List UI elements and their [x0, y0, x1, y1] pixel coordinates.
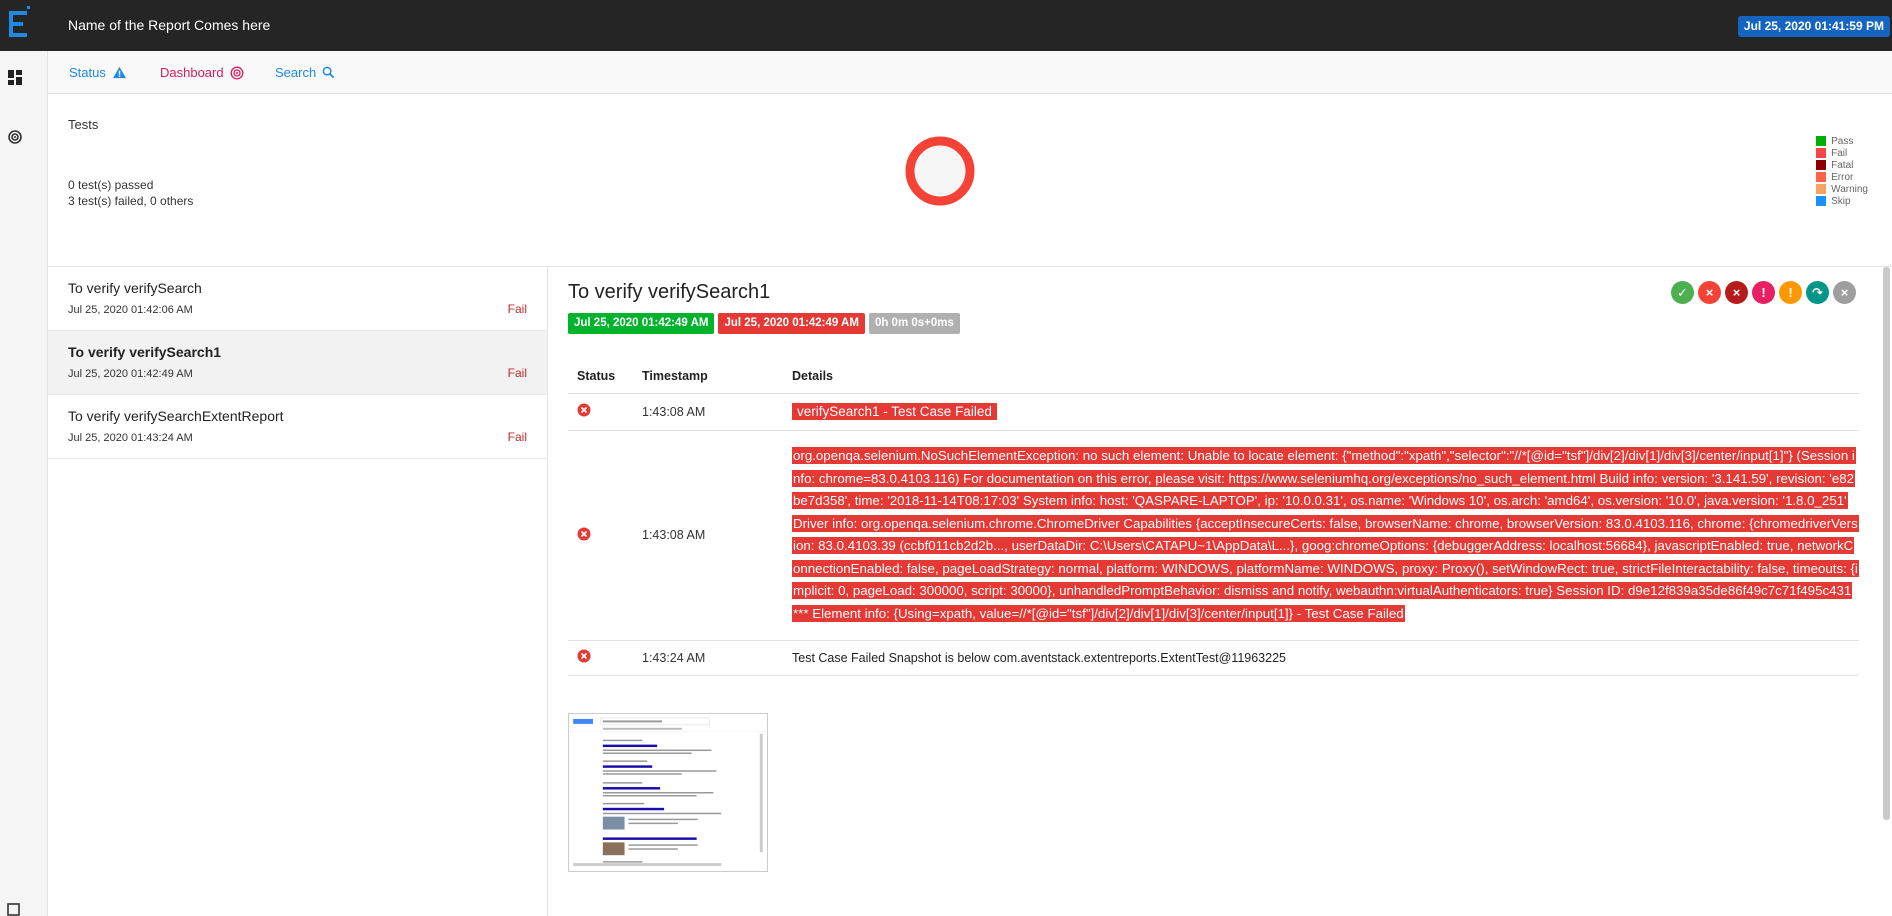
square-icon[interactable] — [6, 902, 30, 916]
status-filter-group: ✓ × × ! ! ↷ × — [1671, 281, 1856, 304]
test-item[interactable]: To verify verifySearchExtentReport Jul 2… — [48, 395, 547, 459]
log-status — [568, 430, 633, 641]
legend-pass: Pass — [1816, 135, 1868, 147]
passed-count: 0 test(s) passed — [68, 178, 154, 192]
left-nav-rail — [0, 0, 48, 916]
fail-circle-icon — [577, 403, 591, 417]
test-time: Jul 25, 2020 01:42:06 AM — [68, 304, 193, 316]
fatal-filter-icon[interactable]: × — [1725, 281, 1748, 304]
test-list: To verify verifySearch Jul 25, 2020 01:4… — [48, 267, 548, 916]
timestamp-column-header: Timestamp — [633, 359, 783, 394]
log-row: 1:43:08 AM org.openqa.selenium.NoSuchEle… — [568, 430, 1859, 641]
test-name: To verify verifySearchExtentReport — [68, 408, 284, 424]
log-message: verifySearch1 - Test Case Failed — [792, 402, 997, 420]
test-time: Jul 25, 2020 01:42:49 AM — [68, 368, 193, 380]
app-logo[interactable] — [0, 0, 48, 51]
view-tab-bar: Status Dashboard Search — [48, 51, 1892, 94]
test-item[interactable]: To verify verifySearch Jul 25, 2020 01:4… — [48, 267, 547, 331]
start-time-badge: Jul 25, 2020 01:42:49 AM — [568, 313, 715, 334]
legend-fail: Fail — [1816, 147, 1868, 159]
test-time: Jul 25, 2020 01:43:24 AM — [68, 432, 193, 444]
dashboard-grid-icon[interactable] — [6, 68, 30, 92]
test-item-selected[interactable]: To verify verifySearch1 Jul 25, 2020 01:… — [48, 331, 547, 395]
target-icon — [230, 66, 244, 79]
failure-screenshot-thumbnail[interactable] — [568, 713, 768, 872]
log-timestamp: 1:43:08 AM — [633, 393, 783, 431]
detail-badges: Jul 25, 2020 01:42:49 AM Jul 25, 2020 01… — [568, 313, 960, 334]
chart-legend: Pass Fail Fatal Error Warning Skip — [1816, 135, 1868, 207]
log-timestamp: 1:43:08 AM — [633, 430, 783, 641]
log-row: 1:43:08 AM verifySearch1 - Test Case Fai… — [568, 393, 1859, 431]
clear-filter-icon[interactable]: × — [1833, 281, 1856, 304]
tests-donut-chart — [905, 136, 975, 206]
detail-scrollbar[interactable] — [1883, 267, 1890, 820]
legend-error: Error — [1816, 171, 1868, 183]
log-message: org.openqa.selenium.NoSuchElementExcepti… — [792, 447, 1859, 622]
fail-circle-icon — [577, 527, 591, 540]
log-details: org.openqa.selenium.NoSuchElementExcepti… — [783, 430, 1859, 641]
test-detail-panel: To verify verifySearch1 Jul 25, 2020 01:… — [549, 267, 1892, 916]
tab-status-label: Status — [69, 65, 106, 80]
report-app: Name of the Report Comes here Jul 25, 20… — [0, 0, 1892, 916]
details-column-header: Details — [783, 359, 1859, 394]
tests-summary: Tests 0 test(s) passed 3 test(s) failed,… — [48, 94, 1892, 267]
log-table: Status Timestamp Details 1:43:08 AM veri… — [568, 359, 1859, 676]
error-filter-icon[interactable]: ! — [1752, 281, 1775, 304]
warning-triangle-icon — [112, 66, 126, 79]
log-status — [568, 640, 633, 676]
tab-status[interactable]: Status — [69, 65, 127, 80]
fail-filter-icon[interactable]: × — [1698, 281, 1721, 304]
log-details: verifySearch1 - Test Case Failed — [783, 393, 1859, 431]
fail-circle-icon — [577, 649, 591, 663]
warning-filter-icon[interactable]: ! — [1779, 281, 1802, 304]
duration-badge: 0h 0m 0s+0ms — [868, 313, 960, 334]
legend-warning: Warning — [1816, 183, 1868, 195]
report-title: Name of the Report Comes here — [68, 17, 271, 33]
log-timestamp: 1:43:24 AM — [633, 640, 783, 676]
test-name: To verify verifySearch1 — [68, 344, 222, 360]
test-name: To verify verifySearch — [68, 280, 202, 296]
pass-filter-icon[interactable]: ✓ — [1671, 281, 1694, 304]
test-status: Fail — [507, 366, 527, 380]
tests-heading: Tests — [68, 117, 99, 132]
end-time-badge: Jul 25, 2020 01:42:49 AM — [718, 313, 865, 334]
tab-dashboard-label: Dashboard — [160, 65, 224, 80]
report-date-badge: Jul 25, 2020 01:41:59 PM — [1737, 16, 1890, 37]
search-icon — [322, 66, 335, 79]
top-header: Name of the Report Comes here Jul 25, 20… — [48, 0, 1892, 51]
tab-dashboard[interactable]: Dashboard — [160, 65, 244, 80]
log-row: 1:43:24 AM Test Case Failed Snapshot is … — [568, 640, 1859, 676]
legend-skip: Skip — [1816, 195, 1868, 207]
skip-filter-icon[interactable]: ↷ — [1806, 281, 1829, 304]
target-icon[interactable] — [6, 127, 30, 151]
status-column-header: Status — [568, 359, 633, 394]
log-status — [568, 393, 633, 431]
log-details: Test Case Failed Snapshot is below com.a… — [783, 640, 1859, 676]
tab-search-label: Search — [275, 65, 317, 80]
log-header-row: Status Timestamp Details — [568, 359, 1859, 394]
failed-count: 3 test(s) failed, 0 others — [68, 194, 194, 208]
legend-fatal: Fatal — [1816, 159, 1868, 171]
test-status: Fail — [507, 302, 527, 316]
tab-search[interactable]: Search — [275, 65, 335, 80]
detail-title: To verify verifySearch1 — [568, 281, 771, 303]
test-status: Fail — [507, 430, 527, 444]
